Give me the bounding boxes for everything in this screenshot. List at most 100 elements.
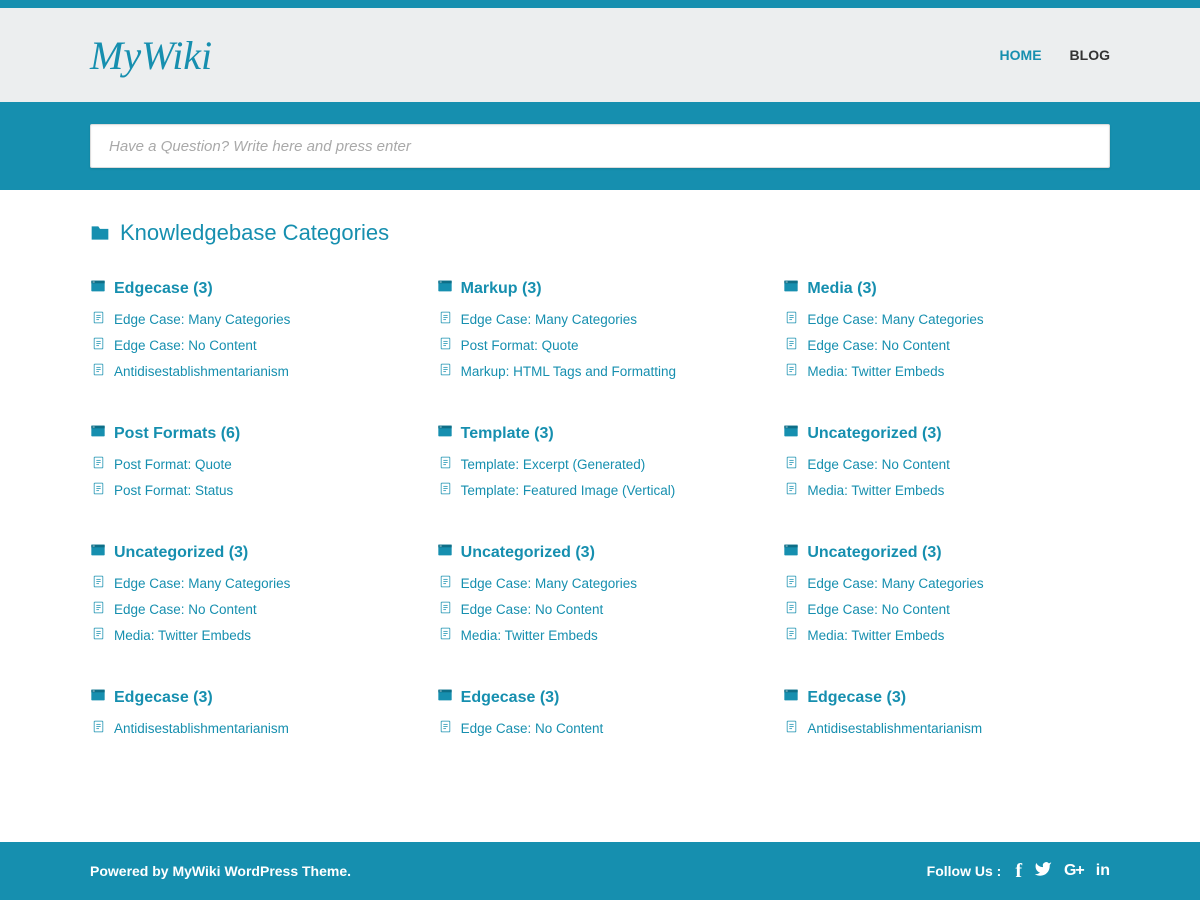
footer-credit: Powered by MyWiki WordPress Theme. (90, 863, 351, 879)
window-icon (783, 278, 799, 299)
article-link[interactable]: Edge Case: No Content (783, 456, 1110, 472)
category-title-text: Edgecase (3) (461, 689, 560, 707)
article-link[interactable]: Edge Case: Many Categories (90, 311, 417, 327)
article-link[interactable]: Edge Case: No Content (783, 601, 1110, 617)
article-title: Media: Twitter Embeds (807, 364, 944, 379)
category-title-text: Edgecase (3) (114, 280, 213, 298)
article-title: Edge Case: No Content (807, 338, 950, 353)
article-link[interactable]: Media: Twitter Embeds (783, 363, 1110, 379)
category-block: Markup (3) Edge Case: Many Categories Post… (437, 278, 764, 389)
window-icon (783, 687, 799, 708)
social-icons: f G+ in (1015, 860, 1110, 883)
article-link[interactable]: Template: Featured Image (Vertical) (437, 482, 764, 498)
article-link[interactable]: Post Format: Quote (437, 337, 764, 353)
document-icon (92, 363, 105, 379)
category-block: Uncategorized (3) Edge Case: Many Categor… (783, 542, 1110, 653)
window-icon (437, 687, 453, 708)
document-icon (92, 575, 105, 591)
window-icon (90, 542, 106, 563)
article-link[interactable]: Media: Twitter Embeds (90, 627, 417, 643)
article-link[interactable]: Antidisestablishmentarianism (90, 363, 417, 379)
article-title: Edge Case: No Content (461, 602, 604, 617)
window-icon (437, 542, 453, 563)
article-link[interactable]: Edge Case: No Content (783, 337, 1110, 353)
article-link[interactable]: Edge Case: No Content (90, 601, 417, 617)
category-title-text: Post Formats (6) (114, 425, 240, 443)
category-title[interactable]: Post Formats (6) (90, 423, 417, 444)
article-title: Post Format: Quote (461, 338, 579, 353)
category-title[interactable]: Uncategorized (3) (783, 423, 1110, 444)
article-link[interactable]: Post Format: Status (90, 482, 417, 498)
category-title[interactable]: Markup (3) (437, 278, 764, 299)
article-link[interactable]: Edge Case: No Content (90, 337, 417, 353)
window-icon (90, 423, 106, 444)
facebook-icon[interactable]: f (1015, 860, 1022, 883)
article-title: Edge Case: No Content (807, 602, 950, 617)
article-title: Edge Case: Many Categories (807, 576, 983, 591)
article-title: Media: Twitter Embeds (807, 483, 944, 498)
category-title[interactable]: Media (3) (783, 278, 1110, 299)
category-title[interactable]: Edgecase (3) (90, 687, 417, 708)
article-title: Edge Case: Many Categories (807, 312, 983, 327)
article-link[interactable]: Edge Case: No Content (437, 720, 764, 736)
article-link[interactable]: Edge Case: Many Categories (90, 575, 417, 591)
article-title: Edge Case: No Content (461, 721, 604, 736)
article-link[interactable]: Edge Case: Many Categories (783, 311, 1110, 327)
category-title-text: Markup (3) (461, 280, 542, 298)
document-icon (92, 456, 105, 472)
article-title: Media: Twitter Embeds (114, 628, 251, 643)
article-link[interactable]: Post Format: Quote (90, 456, 417, 472)
article-title: Edge Case: Many Categories (114, 576, 290, 591)
category-title[interactable]: Uncategorized (3) (783, 542, 1110, 563)
article-title: Post Format: Quote (114, 457, 232, 472)
article-link[interactable]: Edge Case: Many Categories (437, 575, 764, 591)
article-link[interactable]: Antidisestablishmentarianism (90, 720, 417, 736)
window-icon (90, 687, 106, 708)
article-link[interactable]: Template: Excerpt (Generated) (437, 456, 764, 472)
category-title-text: Uncategorized (3) (807, 425, 941, 443)
category-block: Edgecase (3) Antidisestablishmentarianism (90, 687, 417, 746)
article-title: Edge Case: No Content (114, 602, 257, 617)
category-title[interactable]: Uncategorized (3) (437, 542, 764, 563)
document-icon (439, 627, 452, 643)
document-icon (439, 456, 452, 472)
document-icon (439, 575, 452, 591)
category-grid: Edgecase (3) Edge Case: Many Categories Ed… (90, 278, 1110, 746)
google-plus-icon[interactable]: G+ (1064, 862, 1084, 880)
article-title: Edge Case: Many Categories (114, 312, 290, 327)
follow-us-label: Follow Us : (927, 863, 1002, 879)
category-title[interactable]: Edgecase (3) (90, 278, 417, 299)
document-icon (439, 363, 452, 379)
category-title-text: Edgecase (3) (807, 689, 906, 707)
search-input[interactable] (90, 124, 1110, 168)
article-link[interactable]: Media: Twitter Embeds (783, 482, 1110, 498)
article-link[interactable]: Antidisestablishmentarianism (783, 720, 1110, 736)
category-title[interactable]: Template (3) (437, 423, 764, 444)
document-icon (785, 575, 798, 591)
footer-right: Follow Us : f G+ in (927, 860, 1110, 883)
document-icon (439, 720, 452, 736)
article-link[interactable]: Media: Twitter Embeds (783, 627, 1110, 643)
linkedin-icon[interactable]: in (1096, 862, 1110, 880)
site-logo[interactable]: MyWiki (90, 32, 212, 79)
nav-home[interactable]: HOME (1000, 47, 1042, 63)
article-link[interactable]: Edge Case: Many Categories (783, 575, 1110, 591)
category-title[interactable]: Edgecase (3) (437, 687, 764, 708)
article-link[interactable]: Media: Twitter Embeds (437, 627, 764, 643)
article-link[interactable]: Markup: HTML Tags and Formatting (437, 363, 764, 379)
document-icon (785, 311, 798, 327)
article-link[interactable]: Edge Case: No Content (437, 601, 764, 617)
document-icon (439, 601, 452, 617)
category-title-text: Template (3) (461, 425, 554, 443)
article-link[interactable]: Edge Case: Many Categories (437, 311, 764, 327)
category-title[interactable]: Uncategorized (3) (90, 542, 417, 563)
nav-blog[interactable]: BLOG (1070, 47, 1110, 63)
window-icon (437, 278, 453, 299)
document-icon (92, 601, 105, 617)
main-content: Knowledgebase Categories Edgecase (3)Edg… (0, 190, 1200, 766)
document-icon (92, 337, 105, 353)
document-icon (92, 720, 105, 736)
category-title[interactable]: Edgecase (3) (783, 687, 1110, 708)
twitter-icon[interactable] (1034, 860, 1052, 883)
document-icon (785, 482, 798, 498)
